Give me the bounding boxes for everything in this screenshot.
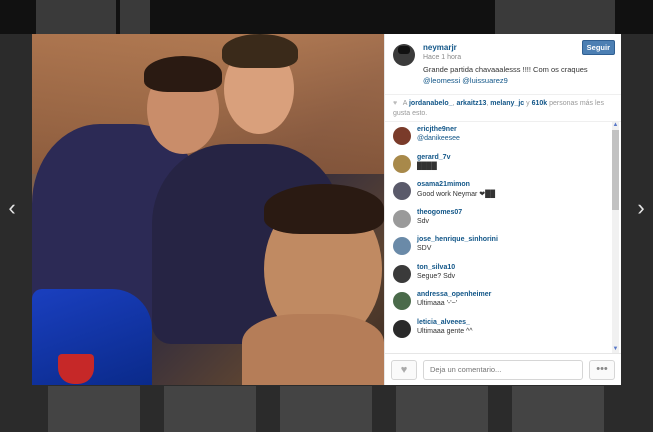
comments-scrollbar[interactable]: ▲ ▼ — [612, 122, 619, 353]
comment-username[interactable]: jose_henrique_sinhorini — [417, 236, 498, 243]
post-modal: neymarjr Hace 1 hora Grande partida chav… — [32, 34, 621, 385]
photo-shape — [264, 184, 384, 234]
caption-text: Grande partida chavaaalesss !!!! Com os … — [423, 65, 588, 74]
post-footer: ♥ ••• — [385, 353, 621, 385]
background-thumbnail — [164, 386, 256, 432]
scroll-down-icon[interactable]: ▼ — [612, 346, 619, 353]
post-caption: Grande partida chavaaalesss !!!! Com os … — [423, 64, 615, 86]
likes-summary: ♥ A jordanabelo_, arkaitz13, melany_jc y… — [385, 94, 621, 122]
comment-username[interactable]: theogomes07 — [417, 209, 462, 216]
likes-connector: y — [526, 100, 530, 107]
liker-link[interactable]: melany_jc — [490, 100, 524, 107]
comment-username[interactable]: osama21mimon — [417, 181, 495, 188]
comment-username[interactable]: ton_silva10 — [417, 264, 455, 271]
chevron-right-icon[interactable]: › — [631, 196, 651, 220]
list-item: theogomes07 Sdv — [393, 207, 609, 235]
comment-text: Segue? Sdv — [417, 272, 456, 280]
avatar[interactable] — [393, 292, 411, 310]
chevron-left-icon[interactable]: ‹ — [2, 196, 22, 220]
heart-icon: ♥ — [393, 100, 398, 107]
comment-text: Good work Neymar ❤██ — [417, 191, 496, 198]
post-sidebar: neymarjr Hace 1 hora Grande partida chav… — [384, 34, 621, 385]
list-item: gerard_7v ████ — [393, 152, 609, 180]
comment-text[interactable]: @danikeesee — [417, 135, 460, 142]
comment-text: SDV — [417, 245, 432, 252]
photo-shape — [144, 56, 222, 92]
heart-icon[interactable]: ♥ — [391, 359, 417, 380]
photo-shape — [222, 34, 298, 68]
comment-text: Sdv — [417, 217, 430, 225]
scroll-up-icon[interactable]: ▲ — [612, 122, 619, 129]
liker-link[interactable]: arkaitz13 — [456, 100, 486, 107]
list-item: osama21mimon Good work Neymar ❤██ — [393, 179, 609, 207]
avatar[interactable] — [393, 44, 415, 66]
avatar[interactable] — [393, 154, 411, 173]
comment-input[interactable] — [423, 359, 583, 380]
likes-prefix: A — [402, 100, 408, 107]
list-item: ton_silva10 Segue? Sdv — [393, 262, 609, 290]
background-thumbnail — [280, 386, 372, 432]
background-thumbnail — [120, 0, 150, 34]
photo-shape — [242, 314, 384, 385]
comments-list[interactable]: ericjthe9ner @danikeesee gerard_7v ████ … — [385, 122, 621, 353]
background-thumbnail — [512, 386, 604, 432]
avatar[interactable] — [393, 237, 411, 255]
avatar[interactable] — [393, 127, 411, 145]
avatar[interactable] — [393, 264, 411, 283]
comment-username[interactable]: andressa_openheimer — [417, 291, 491, 298]
scrollbar-thumb[interactable] — [612, 130, 619, 210]
follow-button[interactable]: Seguir — [581, 40, 615, 55]
background-thumbnail — [48, 386, 140, 432]
background-thumbnail — [495, 0, 615, 34]
avatar[interactable] — [393, 319, 411, 338]
comment-username[interactable]: gerard_7v — [417, 154, 450, 161]
comment-text: ████ — [417, 162, 437, 170]
list-item: ericjthe9ner @danikeesee — [393, 124, 609, 152]
list-item: andressa_openheimer Ultimaaa '-'~' — [393, 289, 609, 317]
background-top-strip — [0, 0, 653, 34]
background-thumbnail — [36, 0, 116, 34]
comment-username[interactable]: leticia_alveees_ — [417, 319, 473, 326]
avatar[interactable] — [393, 182, 411, 200]
comment-text: Ultimaaa gente ^^ — [417, 327, 473, 335]
likes-count[interactable]: 610k — [532, 100, 548, 107]
comment-username[interactable]: ericjthe9ner — [417, 126, 460, 133]
list-item: jose_henrique_sinhorini SDV — [393, 234, 609, 262]
liker-link[interactable]: jordanabelo_ — [409, 100, 453, 107]
more-options-icon[interactable]: ••• — [589, 359, 615, 380]
photo-shape — [58, 354, 94, 384]
avatar[interactable] — [393, 209, 411, 228]
post-photo — [32, 34, 384, 385]
background-thumbnail — [396, 386, 488, 432]
post-header: neymarjr Hace 1 hora Grande partida chav… — [385, 34, 621, 94]
post-time: Hace 1 hora — [423, 54, 462, 61]
caption-mentions[interactable]: @leomessi @luissuarez9 — [423, 76, 508, 85]
list-item: leticia_alveees_ Ultimaaa gente ^^ — [393, 317, 609, 345]
comment-text: Ultimaaa '-'~' — [417, 300, 457, 307]
